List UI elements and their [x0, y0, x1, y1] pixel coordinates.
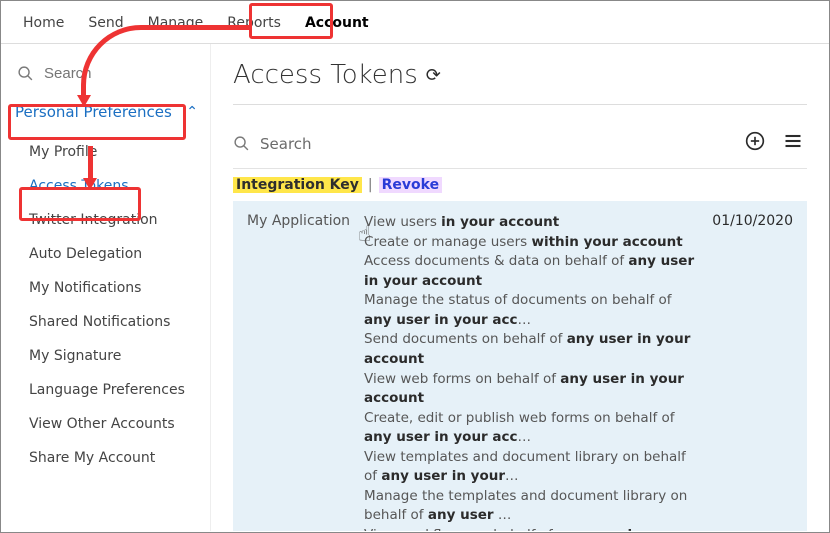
badge-integration-key[interactable]: Integration Key: [233, 177, 362, 193]
permission-row: View workflows on behalf of any user in …: [364, 526, 698, 531]
sidebar-item-my-signature[interactable]: My Signature: [25, 339, 200, 373]
sidebar-item-my-notifications[interactable]: My Notifications: [25, 271, 200, 305]
top-nav: Home Send Manage Reports Account: [1, 1, 829, 44]
nav-manage[interactable]: Manage: [148, 15, 204, 31]
permission-row: Access documents & data on behalf of any…: [364, 252, 698, 291]
add-icon[interactable]: [741, 129, 769, 158]
sidebar-items: My ProfileAccess TokensTwitter Integrati…: [15, 127, 200, 475]
token-permissions: ☝ View users in your accountCreate or ma…: [364, 213, 698, 531]
sidebar-item-access-tokens[interactable]: Access Tokens: [25, 169, 200, 203]
nav-reports[interactable]: Reports: [227, 15, 281, 31]
token-action-badges: Integration Key | Revoke: [233, 169, 807, 197]
sidebar-item-language-preferences[interactable]: Language Preferences: [25, 373, 200, 407]
sidebar-item-view-other-accounts[interactable]: View Other Accounts: [25, 407, 200, 441]
token-name: My Application: [247, 213, 350, 531]
token-date: 01/10/2020: [712, 213, 793, 531]
main-panel: Access Tokens ⟳ Search Integration Key |…: [211, 44, 829, 531]
section-label: Personal Preferences: [15, 103, 172, 121]
permission-row: Send documents on behalf of any user in …: [364, 330, 698, 369]
badge-divider: |: [368, 177, 373, 193]
sidebar-item-shared-notifications[interactable]: Shared Notifications: [25, 305, 200, 339]
permission-row: View templates and document library on b…: [364, 448, 698, 487]
search-icon: [233, 135, 250, 152]
token-row[interactable]: My Application ☝ View users in your acco…: [233, 201, 807, 531]
badge-revoke[interactable]: Revoke: [379, 177, 442, 193]
permission-row: Create, edit or publish web forms on beh…: [364, 409, 698, 448]
permission-row: Create or manage users within your accou…: [364, 233, 698, 253]
permission-row: Manage the templates and document librar…: [364, 487, 698, 526]
sidebar: Personal Preferences ⌃ My ProfileAccess …: [1, 44, 211, 531]
nav-home[interactable]: Home: [23, 15, 64, 31]
permission-row: Manage the status of documents on behalf…: [364, 291, 698, 330]
refresh-icon[interactable]: ⟳: [426, 65, 441, 86]
search-icon: [17, 65, 34, 82]
page-title: Access Tokens ⟳: [233, 60, 807, 105]
nav-send[interactable]: Send: [88, 15, 123, 31]
toolbar: Search: [233, 119, 807, 169]
sidebar-item-auto-delegation[interactable]: Auto Delegation: [25, 237, 200, 271]
permission-row: View users in your account: [364, 213, 698, 233]
sidebar-search-input[interactable]: [42, 64, 102, 83]
chevron-up-icon: ⌃: [186, 104, 198, 120]
permission-row: View web forms on behalf of any user in …: [364, 370, 698, 409]
nav-account[interactable]: Account: [305, 15, 369, 31]
sidebar-item-my-profile[interactable]: My Profile: [25, 135, 200, 169]
toolbar-search[interactable]: Search: [233, 135, 731, 153]
sidebar-item-share-my-account[interactable]: Share My Account: [25, 441, 200, 475]
toolbar-search-placeholder: Search: [260, 135, 312, 153]
sidebar-search[interactable]: [15, 58, 200, 97]
page-title-text: Access Tokens: [233, 60, 418, 90]
menu-icon[interactable]: [779, 129, 807, 158]
sidebar-section-personal-preferences[interactable]: Personal Preferences ⌃: [15, 97, 200, 127]
sidebar-item-twitter-integration[interactable]: Twitter Integration: [25, 203, 200, 237]
